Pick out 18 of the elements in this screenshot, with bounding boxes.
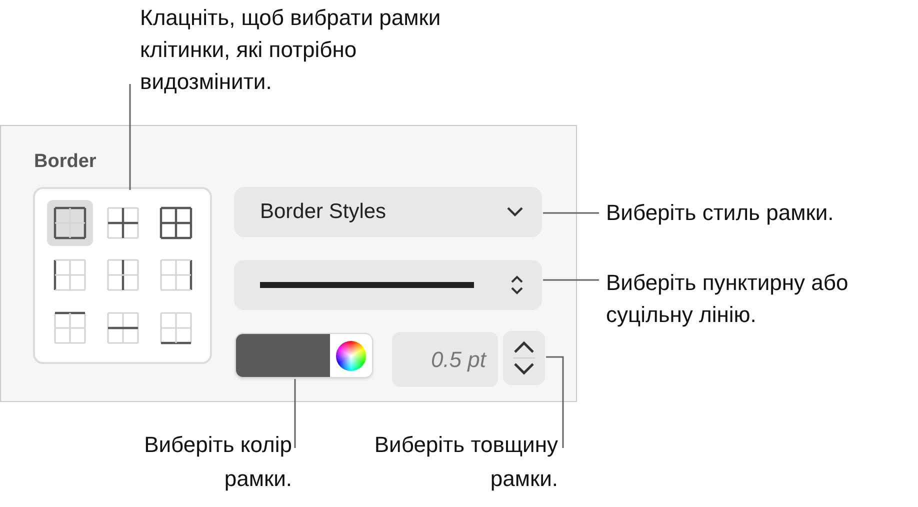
- callout-text: Клацніть, щоб вибрати рамки клітинки, які потрібно видозмінити.: [140, 4, 442, 96]
- color-wheel-icon[interactable]: [336, 340, 366, 370]
- line-style-popup[interactable]: [234, 260, 542, 310]
- leader-line: [543, 212, 599, 214]
- up-down-chevron-icon: [510, 274, 524, 296]
- callout-text: Виберіть колір рамки.: [143, 431, 292, 493]
- callout-text: Виберіть пунктирну або суцільну лінію.: [606, 269, 850, 329]
- border-styles-popup[interactable]: Border Styles: [234, 187, 542, 237]
- color-well[interactable]: [235, 333, 373, 378]
- width-field[interactable]: 0.5 pt: [392, 332, 498, 387]
- stepper[interactable]: [503, 331, 545, 385]
- leader-line: [543, 279, 599, 281]
- border-option[interactable]: [46, 200, 92, 246]
- callout-text: Виберіть товщину рамки.: [373, 431, 558, 493]
- leader-line: [294, 379, 296, 448]
- chevron-down-icon: [506, 206, 524, 218]
- section-title: Border: [34, 150, 96, 174]
- callout-text: Виберіть стиль рамки.: [606, 199, 835, 227]
